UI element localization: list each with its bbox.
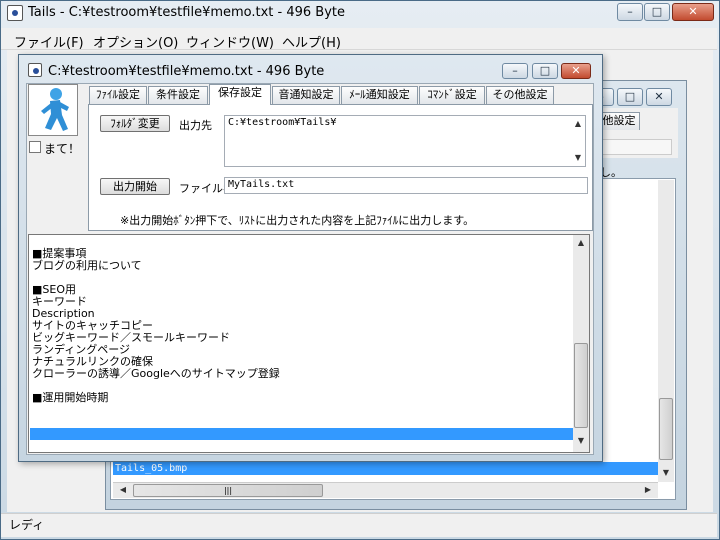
maximize-button[interactable]: □	[644, 3, 670, 21]
minimize-button[interactable]: –	[617, 3, 643, 21]
tab-save-settings[interactable]: 保存設定	[209, 84, 271, 105]
bg-scroll-down-icon[interactable]: ▼	[658, 468, 674, 477]
app-icon	[7, 5, 23, 21]
menu-window[interactable]: ウィンドウ(W)	[186, 32, 274, 51]
child-close-button[interactable]: ✕	[561, 63, 591, 79]
path-scroll-down-icon[interactable]: ▼	[570, 153, 586, 162]
memo-line: クローラーの誘導／Googleへのサイトマップ登録	[32, 367, 280, 380]
output-note: ※出力開始ﾎﾞﾀﾝ押下で、ﾘｽﾄに出力された内容を上記ﾌｧｲﾙに出力します。	[120, 214, 475, 227]
start-output-button[interactable]: 出力開始	[100, 178, 170, 195]
bg-horizontal-scrollbar[interactable]: ◀ ||| ▶	[113, 482, 658, 498]
output-dest-label: 出力先	[179, 119, 212, 132]
tab-file-settings[interactable]: ﾌｧｲﾙ設定	[89, 86, 147, 104]
filename-input[interactable]: MyTails.txt	[224, 177, 588, 194]
memo-scroll-down-icon[interactable]: ▼	[573, 436, 589, 445]
status-text: レディ	[9, 518, 45, 532]
status-bar	[1, 513, 717, 537]
bg-vertical-scrollbar[interactable]: ▼	[658, 180, 674, 482]
tab-other-settings[interactable]: その他設定	[486, 86, 554, 104]
tab-sound-notify-settings[interactable]: 音通知設定	[272, 86, 340, 104]
tab-command-settings[interactable]: ｺﾏﾝﾄﾞ設定	[419, 86, 485, 104]
memo-line: ブログの利用について	[32, 259, 142, 272]
main-title: Tails - C:¥testroom¥testfile¥memo.txt - …	[28, 5, 346, 20]
output-path-field[interactable]: C:¥testroom¥Tails¥	[224, 115, 586, 167]
bg-close-button[interactable]: ✕	[646, 88, 672, 106]
child-maximize-button[interactable]: □	[532, 63, 558, 79]
bg-hscroll-thumb[interactable]: |||	[133, 484, 323, 497]
wait-checkbox-label: まて！	[44, 142, 81, 156]
bg-scroll-left-icon[interactable]: ◀	[115, 485, 131, 494]
wait-checkbox[interactable]	[29, 141, 41, 153]
change-folder-button[interactable]: ﾌｫﾙﾀﾞ変更	[100, 115, 170, 132]
tab-mail-notify-settings[interactable]: ﾒｰﾙ通知設定	[341, 86, 418, 104]
close-button[interactable]: ✕	[672, 3, 714, 21]
memo-vertical-scrollbar[interactable]: ▲ ▼	[573, 235, 589, 452]
bg-tab-other[interactable]: 他設定	[598, 112, 640, 130]
bg-vscroll-thumb[interactable]	[659, 398, 673, 460]
runner-character-icon	[28, 84, 78, 136]
child-window-icon	[28, 63, 42, 77]
child-window-title: C:¥testroom¥testfile¥memo.txt - 496 Byte	[48, 64, 325, 79]
memo-selected-line[interactable]	[30, 428, 573, 440]
memo-scroll-up-icon[interactable]: ▲	[573, 238, 589, 247]
bg-scroll-right-icon[interactable]: ▶	[640, 485, 656, 494]
bg-selected-list-item[interactable]: Tails_05.bmp	[113, 462, 658, 475]
path-scroll-up-icon[interactable]: ▲	[570, 119, 586, 128]
menu-file[interactable]: ファイル(F)	[14, 32, 84, 51]
menu-options[interactable]: オプション(O)	[93, 32, 178, 51]
tab-condition-settings[interactable]: 条件設定	[148, 86, 208, 104]
bg-maximize-button[interactable]: □	[617, 88, 643, 106]
menu-help[interactable]: ヘルプ(H)	[282, 32, 341, 51]
memo-scroll-thumb[interactable]	[574, 343, 588, 428]
child-minimize-button[interactable]: –	[502, 63, 528, 79]
bg-field	[598, 139, 672, 155]
memo-line: ■運用開始時期	[32, 391, 109, 404]
